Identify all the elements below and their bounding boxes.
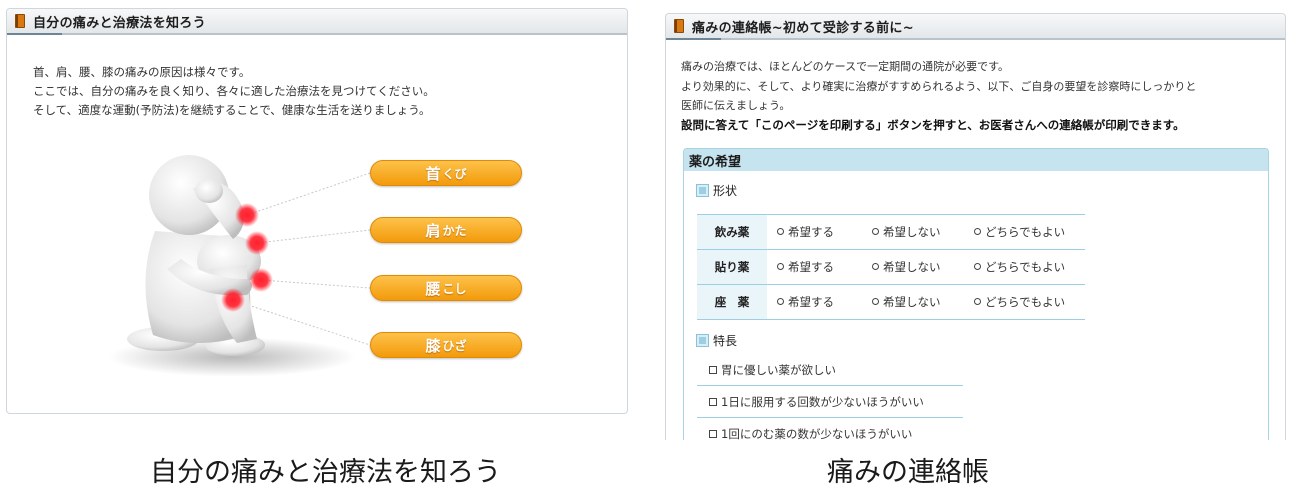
- desc-line: 医師に伝えましょう。: [681, 99, 791, 112]
- book-icon: [674, 19, 684, 33]
- table-row: 座 薬 希望する 希望しない どちらでもよい: [697, 284, 1085, 320]
- lower-back-button-kanji: 腰: [425, 279, 441, 298]
- radio-label: 希望する: [788, 295, 834, 309]
- radio-icon[interactable]: [872, 228, 879, 235]
- intro-line: ここでは、自分の痛みを良く知り、各々に適した治療法を見つけてください。: [33, 84, 435, 98]
- features-checklist: 胃に優しい薬が欲しい 1日に服用する回数が少ないほうがいい 1回にのむ薬の数が少…: [697, 354, 963, 440]
- medicine-preference-box: 薬の希望 形状 飲み薬 希望する 希望しない どちらでもよい 貼り薬 希望する …: [683, 148, 1269, 440]
- table-row: 貼り薬 希望する 希望しない どちらでもよい: [697, 249, 1085, 285]
- radio-option[interactable]: どちらでもよい: [964, 284, 1085, 320]
- neck-button-kana: くび: [442, 166, 467, 181]
- panel-header: 自分の痛みと治療法を知ろう: [7, 9, 627, 35]
- radio-icon[interactable]: [777, 298, 784, 305]
- panel-header: 痛みの連絡帳~初めて受診する前に~: [666, 14, 1285, 40]
- intro-text: 首、肩、腰、膝の痛みの原因は様々です。 ここでは、自分の痛みを良く知り、各々に適…: [33, 63, 435, 120]
- radio-option[interactable]: どちらでもよい: [964, 214, 1085, 250]
- row-label: 貼り薬: [697, 249, 767, 285]
- radio-option[interactable]: 希望しない: [862, 284, 964, 320]
- radio-option[interactable]: どちらでもよい: [964, 249, 1085, 285]
- radio-option[interactable]: 希望する: [767, 214, 862, 250]
- knee-button[interactable]: 膝 ひざ: [370, 332, 522, 358]
- row-label: 座 薬: [697, 284, 767, 320]
- radio-label: 希望しない: [883, 260, 941, 274]
- checkbox-option[interactable]: 胃に優しい薬が欲しい: [697, 354, 963, 386]
- checkbox-icon[interactable]: [709, 429, 717, 438]
- panel-title: 痛みの連絡帳~初めて受診する前に~: [692, 20, 914, 36]
- intro-line: 首、肩、腰、膝の痛みの原因は様々です。: [33, 65, 251, 79]
- print-instruction: 設問に答えて「このページを印刷する」ボタンを押すと、お医者さんへの連絡帳が印刷で…: [681, 117, 1185, 132]
- shoulder-button[interactable]: 肩 かた: [370, 217, 522, 243]
- radio-option[interactable]: 希望しない: [862, 249, 964, 285]
- book-icon: [15, 14, 25, 28]
- radio-icon[interactable]: [872, 263, 879, 270]
- left-caption: 自分の痛みと治療法を知ろう: [150, 457, 501, 488]
- features-section-label: 特長: [696, 332, 738, 349]
- checkbox-label: 1日に服用する回数が少ないほうがいい: [721, 394, 924, 409]
- checkbox-option[interactable]: 1回にのむ薬の数が少ないほうがいい: [697, 418, 963, 440]
- features-section-text: 特長: [713, 334, 738, 348]
- radio-icon[interactable]: [777, 263, 784, 270]
- radio-icon[interactable]: [974, 228, 981, 235]
- checkbox-label: 胃に優しい薬が欲しい: [721, 362, 836, 377]
- radio-icon[interactable]: [872, 298, 879, 305]
- radio-icon[interactable]: [974, 298, 981, 305]
- radio-label: どちらでもよい: [985, 260, 1066, 274]
- radio-option[interactable]: 希望しない: [862, 214, 964, 250]
- radio-label: 希望しない: [883, 295, 941, 309]
- pain-info-panel: 自分の痛みと治療法を知ろう 首、肩、腰、膝の痛みの原因は様々です。 ここでは、自…: [6, 8, 628, 414]
- checkbox-icon[interactable]: [709, 397, 717, 406]
- neck-button[interactable]: 首 くび: [370, 160, 522, 186]
- radio-label: どちらでもよい: [985, 295, 1066, 309]
- radio-icon[interactable]: [974, 263, 981, 270]
- radio-icon[interactable]: [777, 228, 784, 235]
- pain-notebook-panel: 痛みの連絡帳~初めて受診する前に~ 痛みの治療では、ほとんどのケースで一定期間の…: [665, 13, 1286, 440]
- form-section-text: 形状: [713, 184, 738, 198]
- checkbox-icon[interactable]: [709, 365, 717, 374]
- radio-label: 希望する: [788, 225, 834, 239]
- row-label: 飲み薬: [697, 214, 767, 250]
- notebook-description: 痛みの治療では、ほとんどのケースで一定期間の通院が必要です。 より効果的に、そし…: [681, 57, 1276, 135]
- shoulder-button-kana: かた: [442, 223, 467, 238]
- body-figure-area: 首 くび 肩 かた 腰 こし 膝 ひざ: [97, 139, 527, 389]
- radio-label: どちらでもよい: [985, 225, 1066, 239]
- right-caption: 痛みの連絡帳: [827, 457, 989, 488]
- radio-option[interactable]: 希望する: [767, 284, 862, 320]
- knee-button-kanji: 膝: [425, 336, 441, 355]
- lower-back-button-kana: こし: [442, 281, 467, 296]
- panel-title: 自分の痛みと治療法を知ろう: [33, 15, 206, 31]
- square-bullet-icon: [696, 184, 709, 197]
- desc-line: より効果的に、そして、より確実に治療がすすめられるよう、以下、ご自身の要望を診察…: [681, 79, 1197, 93]
- form-section-label: 形状: [696, 182, 738, 199]
- radio-label: 希望する: [788, 260, 834, 274]
- table-row: 飲み薬 希望する 希望しない どちらでもよい: [697, 214, 1085, 250]
- checkbox-label: 1回にのむ薬の数が少ないほうがいい: [721, 426, 913, 441]
- radio-option[interactable]: 希望する: [767, 249, 862, 285]
- checkbox-option[interactable]: 1日に服用する回数が少ないほうがいい: [697, 386, 963, 418]
- knee-button-kana: ひざ: [442, 338, 467, 353]
- shoulder-button-kanji: 肩: [425, 221, 441, 240]
- neck-button-kanji: 首: [425, 164, 441, 183]
- radio-label: 希望しない: [883, 225, 941, 239]
- lower-back-button[interactable]: 腰 こし: [370, 275, 522, 301]
- intro-line: そして、適度な運動(予防法)を継続することで、健康な生活を送りましょう。: [33, 103, 431, 117]
- medicine-preference-title: 薬の希望: [684, 149, 1268, 171]
- desc-line: 痛みの治療では、ほとんどのケースで一定期間の通院が必要です。: [681, 60, 1010, 73]
- square-bullet-icon: [696, 334, 709, 347]
- form-options-table: 飲み薬 希望する 希望しない どちらでもよい 貼り薬 希望する 希望しない どち…: [697, 214, 1085, 320]
